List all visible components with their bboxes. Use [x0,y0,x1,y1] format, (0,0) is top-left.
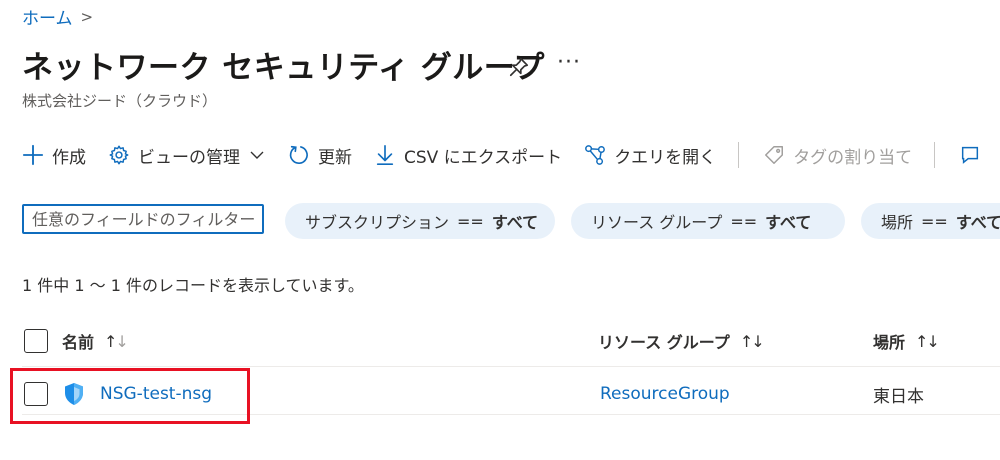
tag-icon [765,146,784,164]
plus-icon [22,144,44,166]
highlight-box [10,368,250,424]
command-bar: 作成 ビューの管理 更新 CSV にエクスポート クエリを開く タグの割り当て [22,138,1000,172]
open-query-button[interactable]: クエリを開く [584,143,716,168]
column-header-location[interactable]: 場所 ↑↓ [873,323,940,359]
more-options-button[interactable]: ··· [557,50,581,75]
refresh-icon [289,145,308,164]
refresh-button[interactable]: 更新 [288,143,352,168]
feedback-button[interactable] [959,144,981,166]
header-divider [22,366,1000,367]
subscription-filter-label: サブスクリプション [305,213,450,232]
sort-icon[interactable]: ↑↓ [740,332,765,351]
record-count: 1 件中 1 ～ 1 件のレコードを表示しています。 [22,276,364,295]
chevron-down-icon [250,151,264,159]
filter-search-input[interactable] [22,204,264,234]
subscription-filter-pill[interactable]: サブスクリプション == すべて [285,203,555,239]
column-header-location-label: 場所 [873,333,906,352]
sort-icon[interactable]: ↑↓ [104,332,129,351]
breadcrumb-home-link[interactable]: ホーム [22,4,73,29]
location-filter-operator: == [921,211,948,231]
location-filter-label: 場所 [881,213,914,232]
toolbar-divider [738,142,740,168]
assign-tags-label: タグの割り当て [793,147,913,168]
gear-icon [109,145,129,165]
column-header-resource-group-label: リソース グループ [598,333,730,352]
refresh-label: 更新 [318,147,352,168]
toolbar-divider [934,142,936,168]
breadcrumb: ホーム > [22,4,94,30]
resource-group-filter-label: リソース グループ [591,213,723,232]
create-button[interactable]: 作成 [22,143,86,168]
assign-tags-button[interactable]: タグの割り当て [763,143,912,168]
table-cell-location: 東日本 [873,380,924,408]
page-subtitle: 株式会社ジード（クラウド） [22,92,218,110]
manage-view-button[interactable]: ビューの管理 [108,143,266,168]
resource-group-filter-value: すべて [765,213,812,232]
resource-group-link[interactable]: ResourceGroup [600,384,730,404]
table-cell-resource-group: ResourceGroup [600,380,730,408]
feedback-icon [962,146,979,164]
page-title: ネットワーク セキュリティ グループ [22,50,545,86]
column-header-resource-group[interactable]: リソース グループ ↑↓ [598,323,765,359]
subscription-filter-value: すべて [491,213,539,232]
location-value: 東日本 [873,386,924,407]
download-icon [376,145,394,165]
create-button-label: 作成 [52,147,86,168]
location-filter-value: すべて [955,213,1000,232]
open-query-label: クエリを開く [614,147,717,168]
manage-view-label: ビューの管理 [138,147,240,168]
select-all-checkbox[interactable] [24,329,48,353]
export-csv-button[interactable]: CSV にエクスポート [374,143,562,168]
subscription-filter-operator: == [457,211,484,231]
resource-group-filter-operator: == [730,211,758,231]
breadcrumb-separator: > [80,7,94,26]
resource-group-filter-pill[interactable]: リソース グループ == すべて [571,203,845,239]
sort-icon[interactable]: ↑↓ [915,332,940,351]
pin-icon[interactable] [508,56,530,78]
location-filter-pill[interactable]: 場所 == すべて [861,203,1000,239]
export-csv-label: CSV にエクスポート [404,147,563,168]
column-header-name[interactable]: 名前 ↑↓ [24,323,129,359]
column-header-name-label: 名前 [62,333,95,352]
query-icon [585,145,606,165]
